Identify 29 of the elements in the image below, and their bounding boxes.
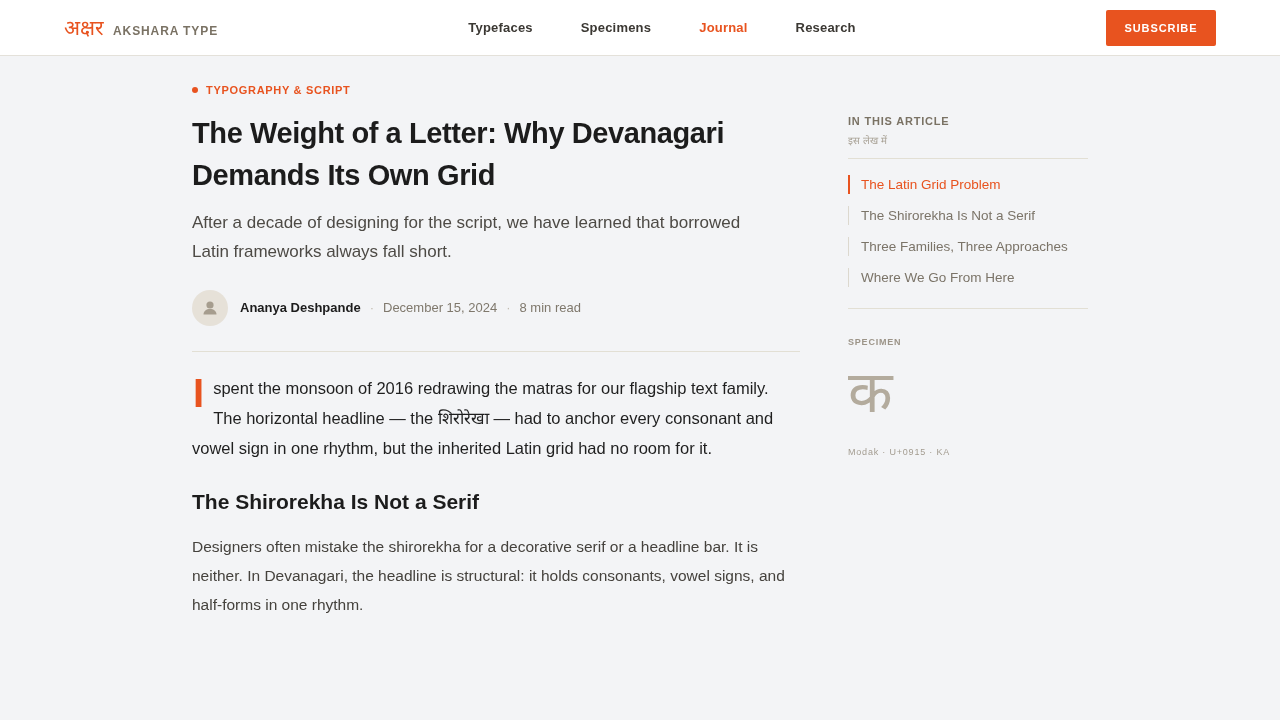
body-paragraph: Designers often mistake the shirorekha for a decorative serif or a headline bar. It is neither. In Devanagari, the headline is structural: it holds consonants, vowel signs, and half-forms in one rhythm.: [192, 537, 786, 615]
toc-link[interactable]: The Latin Grid Problem: [848, 175, 1001, 194]
logo-mark[interactable]: अक्षर: [64, 15, 104, 40]
avatar-icon: [192, 290, 228, 326]
nav-link[interactable]: Specimens: [580, 20, 652, 35]
toc-subheading: इस लेख में: [848, 134, 887, 148]
toc-heading: IN THIS ARTICLE: [848, 114, 950, 128]
author-name[interactable]: Ananya Deshpande: [240, 299, 361, 317]
brand-name[interactable]: AKSHARA TYPE: [113, 23, 219, 38]
section-heading: The Shirorekha Is Not a Serif: [192, 489, 481, 515]
separator-dot: ·: [506, 299, 511, 317]
specimen-label: SPECIMEN: [848, 336, 902, 348]
dot-icon: [192, 87, 198, 93]
subscribe-button[interactable]: SUBSCRIBE: [1106, 9, 1216, 46]
nav-link[interactable]: Typefaces: [468, 20, 533, 35]
read-time: 8 min read: [519, 299, 581, 317]
toc-link[interactable]: Where We Go From Here: [848, 268, 1015, 287]
specimen-glyph: क: [848, 360, 893, 424]
toc-link[interactable]: Three Families, Three Approaches: [848, 237, 1068, 256]
toc-link[interactable]: The Shirorekha Is Not a Serif: [848, 206, 1036, 225]
category-label[interactable]: TYPOGRAPHY & SCRIPT: [206, 83, 351, 97]
publish-date: December 15, 2024: [383, 299, 498, 317]
specimen-caption: Modak · U+0915 · KA: [848, 446, 950, 458]
article-title: The Weight of a Letter: Why Devanagari Demands Its Own Grid: [192, 116, 726, 193]
lead-paragraph: I spent the monsoon of 2016 redrawing the matras for our flagship text family. The horizontal headline — the शिरोरेखा — had to anchor every consonant and vowel sign in one rhythm, but the inherited Latin grid had no room for it.: [192, 373, 775, 459]
nav-link[interactable]: Journal: [699, 20, 748, 35]
nav-link[interactable]: Research: [795, 20, 856, 35]
separator-dot: ·: [369, 299, 374, 317]
article-subtitle: After a decade of designing for the script, we have learned that borrowed Latin frameworks always fall short.: [192, 212, 742, 263]
